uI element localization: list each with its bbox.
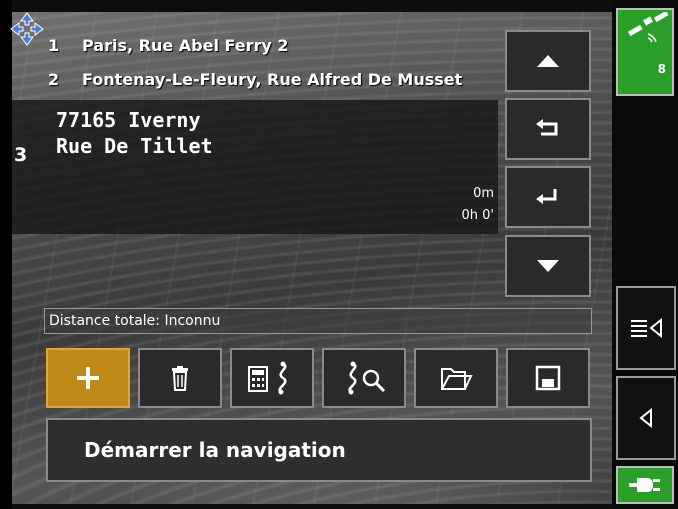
open-route-button[interactable] [414,348,498,408]
route-item-number: 1 [48,36,60,55]
save-icon [535,365,561,391]
search-route-button[interactable] [322,348,406,408]
menu-button[interactable] [616,286,676,370]
folder-open-icon [441,368,473,390]
save-route-button[interactable] [506,348,590,408]
return-left-icon [536,119,558,136]
move-up-button[interactable] [505,98,591,160]
route-item[interactable]: 1 Paris, Rue Abel Ferry 2 [46,32,496,60]
total-distance: Distance totale: Inconnu [44,308,592,334]
plug-icon [629,478,660,492]
add-destination-button[interactable] [46,348,130,408]
scroll-down-button[interactable] [505,235,591,297]
start-navigation-label: Démarrer la navigation [84,438,346,462]
selected-destination[interactable]: 3 77165 Iverny Rue De Tillet 0m 0h 0' [12,100,498,234]
route-item[interactable]: 2 Fontenay-Le-Fleury, Rue Alfred De Musse… [46,66,500,94]
scroll-up-button[interactable] [505,30,591,92]
destination-city: 77165 Iverny [56,108,201,132]
plus-icon [77,367,99,389]
enter-icon [536,189,557,204]
left-border [0,0,12,509]
collapse-button[interactable] [616,376,676,460]
gps-status[interactable]: 8 [616,8,674,96]
nav-arrows-icon[interactable] [10,12,44,46]
triangle-down-icon [537,260,559,272]
move-down-button[interactable] [505,166,591,228]
triangle-up-icon [537,55,559,67]
satellite-icon [627,12,669,43]
destination-distance: 0m [473,186,494,201]
power-status[interactable] [616,466,674,504]
route-item-label: Paris, Rue Abel Ferry 2 [82,36,289,55]
calculator-route-icon [248,361,287,395]
start-navigation-button[interactable]: Démarrer la navigation [46,418,592,482]
triangle-left-icon [639,408,652,428]
navigation-screen: 1 Paris, Rue Abel Ferry 2 2 Fontenay-Le-Fl… [0,0,678,509]
destination-time: 0h 0' [461,208,495,223]
menu-list-icon [631,317,662,339]
destination-street: Rue De Tillet [56,134,213,158]
route-item-number: 2 [48,70,60,89]
delete-button[interactable] [138,348,222,408]
route-item-label: Fontenay-Le-Fleury, Rue Alfred De Musset [82,70,463,89]
route-search-icon [348,361,386,395]
destination-number: 3 [14,144,28,166]
trash-icon [172,366,188,391]
calculate-route-button[interactable] [230,348,314,408]
satellite-count: 8 [657,62,666,76]
